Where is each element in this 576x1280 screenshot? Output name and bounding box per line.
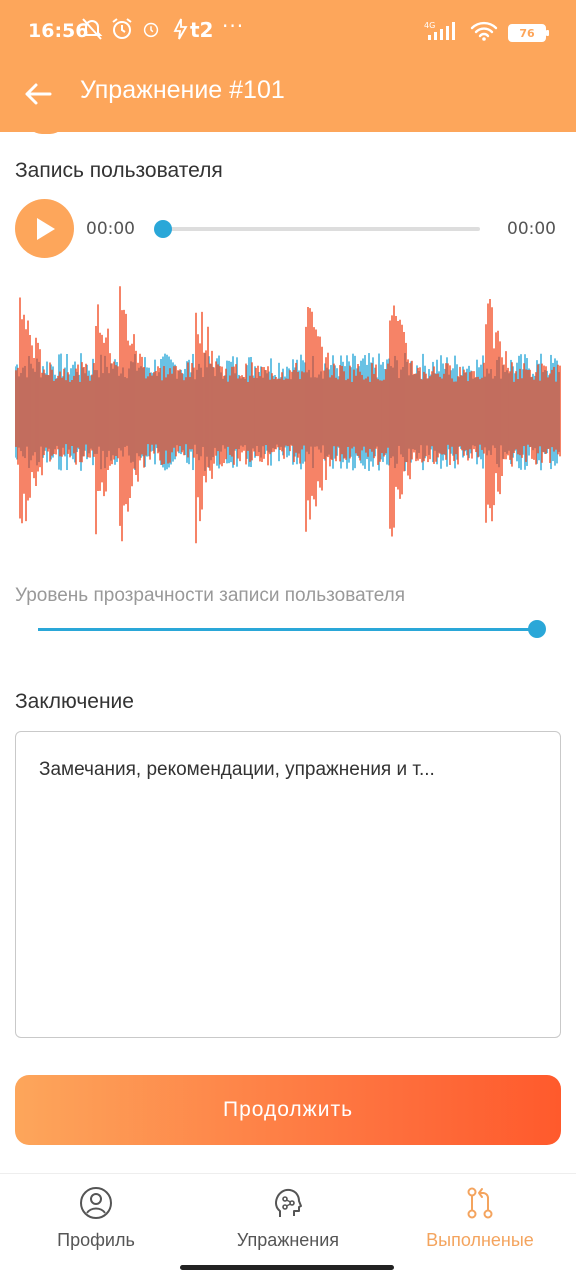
alarm-icon — [110, 16, 134, 42]
home-indicator[interactable] — [180, 1265, 394, 1270]
nav-label-exercises: Упражнения — [236, 1230, 340, 1250]
total-time: 00:00 — [507, 219, 556, 239]
play-button[interactable] — [15, 199, 74, 258]
profile-icon — [80, 1187, 112, 1219]
waveform-visualization — [15, 286, 561, 544]
current-time: 00:00 — [86, 219, 135, 239]
page-title: Упражнение #101 — [80, 76, 285, 104]
exercises-head-icon — [275, 1188, 302, 1217]
nav-item-exercises[interactable]: Упражнения — [203, 1186, 373, 1251]
bell-muted-icon — [80, 16, 104, 42]
conclusion-placeholder: Замечания, рекомендации, упражнения и т.… — [39, 759, 435, 780]
status-bar: 16:56 t2 ··· 4G 76 — [0, 0, 576, 64]
svg-text:4G: 4G — [424, 21, 435, 30]
play-icon — [36, 217, 55, 240]
continue-label: Продолжить — [222, 1098, 354, 1121]
conclusion-label: Заключение — [15, 690, 134, 713]
battery-level: 76 — [519, 26, 535, 40]
top-bar: 16:56 t2 ··· 4G 76 Упражнение #101 — [0, 0, 576, 132]
playback-track[interactable] — [163, 227, 480, 231]
carrier-label: t2 — [190, 18, 214, 42]
wifi-icon — [470, 20, 498, 46]
alarm-small-icon — [140, 16, 164, 42]
opacity-slider-thumb[interactable] — [528, 620, 546, 638]
bottom-navigation: Профиль Упражнения Выполненые — [0, 1173, 576, 1280]
opacity-label: Уровень прозрачности записи пользователя — [15, 585, 406, 606]
more-notifications-icon: ··· — [222, 14, 245, 38]
signal-icon: 4G — [424, 20, 460, 46]
opacity-slider-track[interactable] — [38, 628, 536, 631]
status-right: 4G 76 — [424, 20, 549, 46]
nav-label-profile: Профиль — [57, 1230, 135, 1250]
continue-button[interactable]: Продолжить — [15, 1075, 561, 1145]
conclusion-textarea[interactable]: Замечания, рекомендации, упражнения и т.… — [15, 731, 561, 1038]
nav-item-completed[interactable]: Выполненые — [395, 1186, 565, 1251]
battery-icon: 76 — [508, 24, 549, 42]
nav-label-completed: Выполненые — [426, 1230, 534, 1250]
user-recording-label: Запись пользователя — [15, 159, 223, 182]
app-bar: Упражнение #101 — [0, 64, 576, 132]
status-icons — [80, 16, 194, 42]
back-button[interactable] — [18, 74, 58, 114]
nav-item-profile[interactable]: Профиль — [11, 1186, 181, 1251]
completed-icon — [467, 1187, 493, 1219]
playback-thumb[interactable] — [154, 220, 172, 238]
arrow-left-icon — [25, 83, 52, 105]
